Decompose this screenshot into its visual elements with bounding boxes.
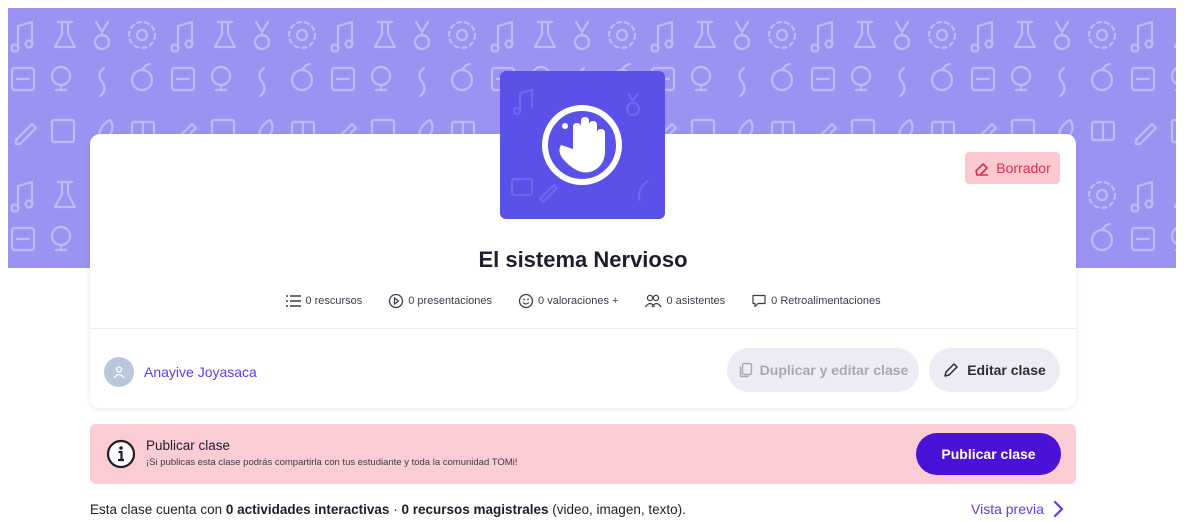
preview-link[interactable]: Vista previa [971,500,1064,518]
status-badge: Borrador [965,152,1060,184]
people-icon [644,293,662,309]
stat-attendees: 0 asistentes [644,293,725,309]
publish-description: ¡Si publicas esta clase podrás compartir… [146,457,518,468]
stat-resources: 0 rescursos [285,293,362,309]
stat-feedback: 0 Retroalimentaciones [751,293,881,309]
edit-class-button[interactable]: Editar clase [929,348,1060,392]
publish-banner: Publicar clase ¡Si publicas esta clase p… [90,424,1076,484]
stat-ratings: 0 valoraciones + [518,293,618,309]
author-name[interactable]: Anayive Joyasaca [144,364,257,380]
publish-button[interactable]: Publicar clase [916,433,1061,475]
info-icon [106,439,136,469]
class-summary: Esta clase cuenta con 0 actividades inte… [90,502,686,517]
activities-count: 0 actividades interactivas [225,502,390,517]
publish-title: Publicar clase [146,438,231,453]
stat-presentations: 0 presentaciones [388,293,492,309]
copy-icon [738,362,754,378]
page-title: El sistema Nervioso [478,247,688,272]
eraser-icon [974,160,990,176]
avatar [104,357,134,387]
card-divider [90,328,1076,329]
status-label: Borrador [996,160,1051,176]
class-stats: 0 rescursos 0 presentaciones 0 valoracio… [90,293,1076,309]
chevron-right-icon [1052,500,1064,518]
class-logo [500,71,665,219]
comment-icon [751,293,767,309]
pencil-icon [943,362,959,378]
play-circle-icon [388,293,404,309]
smile-icon [518,293,534,309]
author-info[interactable]: Anayive Joyasaca [104,357,257,387]
list-icon [285,294,302,308]
user-icon [112,365,126,379]
resources-count: 0 recursos magistrales [401,502,549,517]
duplicate-edit-button[interactable]: Duplicar y editar clase [727,348,919,392]
